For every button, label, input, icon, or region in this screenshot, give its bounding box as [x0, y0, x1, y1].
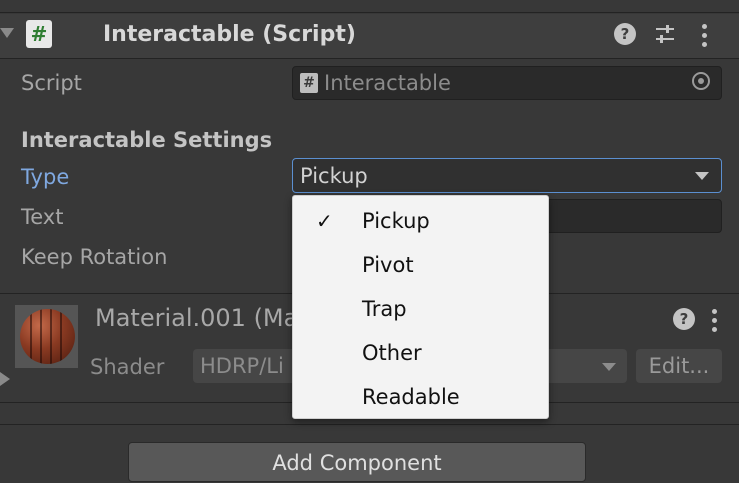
- checkmark-icon: ✓: [316, 209, 333, 233]
- menu-item-pivot[interactable]: Pivot: [294, 243, 547, 287]
- menu-item-label: Readable: [362, 385, 460, 409]
- foldout-arrow-icon[interactable]: [0, 28, 14, 38]
- component-title: Interactable (Script): [103, 22, 356, 47]
- menu-item-other[interactable]: Other: [294, 331, 547, 375]
- kebab-menu-icon[interactable]: [702, 24, 708, 48]
- edit-shader-button[interactable]: Edit...: [636, 349, 722, 383]
- script-asset-icon: #: [300, 73, 318, 93]
- footer-divider: [0, 424, 739, 425]
- object-picker-icon[interactable]: [692, 72, 710, 90]
- shader-chevron-down-icon[interactable]: [602, 363, 616, 371]
- menu-item-pickup[interactable]: ✓ Pickup: [294, 199, 547, 243]
- help-icon[interactable]: ?: [614, 23, 636, 45]
- keep-rotation-label: Keep Rotation: [21, 245, 168, 269]
- header-divider: [0, 58, 739, 59]
- section-title: Interactable Settings: [21, 128, 273, 152]
- material-sphere-icon: [20, 309, 75, 364]
- material-help-icon[interactable]: ?: [673, 308, 695, 330]
- top-divider: [0, 12, 739, 13]
- material-foldout-icon[interactable]: [0, 372, 10, 386]
- menu-item-readable[interactable]: Readable: [294, 375, 547, 419]
- type-dropdown-menu: ✓ Pickup Pivot Trap Other Readable: [292, 195, 549, 419]
- text-label: Text: [21, 205, 64, 229]
- menu-item-label: Trap: [362, 297, 407, 321]
- material-name: Material.001 (Ma: [95, 304, 299, 332]
- type-dropdown-value: Pickup: [300, 164, 368, 188]
- script-label: Script: [21, 71, 82, 95]
- shader-label: Shader: [90, 355, 165, 379]
- menu-item-trap[interactable]: Trap: [294, 287, 547, 331]
- chevron-down-icon[interactable]: [695, 172, 709, 180]
- presets-icon[interactable]: [653, 22, 677, 46]
- script-icon: #: [26, 20, 52, 48]
- material-kebab-menu-icon[interactable]: [712, 309, 718, 333]
- type-label: Type: [21, 165, 70, 189]
- menu-item-label: Other: [362, 341, 422, 365]
- menu-item-label: Pivot: [362, 253, 414, 277]
- shader-dropdown-value: HDRP/Li: [200, 354, 284, 378]
- menu-item-label: Pickup: [362, 209, 430, 233]
- add-component-button[interactable]: Add Component: [128, 442, 586, 482]
- script-field-value: Interactable: [324, 71, 451, 95]
